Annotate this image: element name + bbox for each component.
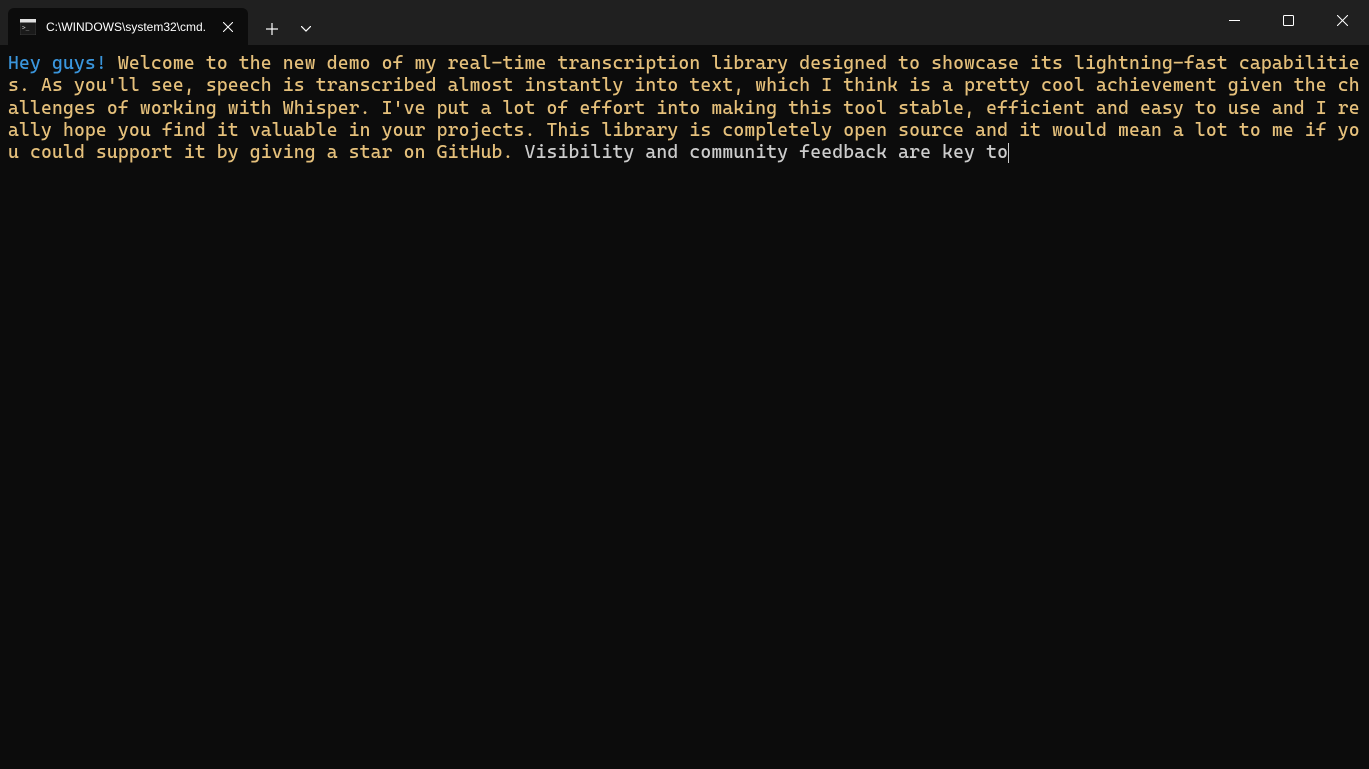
tab-title: C:\WINDOWS\system32\cmd. <box>46 20 210 34</box>
window-titlebar: >_ C:\WINDOWS\system32\cmd. <box>0 0 1369 45</box>
terminal-output[interactable]: Hey guys! Welcome to the new demo of my … <box>0 45 1369 172</box>
new-tab-button[interactable] <box>254 13 290 45</box>
window-controls <box>1207 0 1369 40</box>
tab-close-button[interactable] <box>218 17 238 37</box>
tab-area: >_ C:\WINDOWS\system32\cmd. <box>0 0 322 45</box>
tab-dropdown-button[interactable] <box>290 13 322 45</box>
text-cursor <box>1008 143 1009 163</box>
maximize-button[interactable] <box>1261 0 1315 40</box>
transcription-text-segment-1: Hey guys! <box>8 53 118 74</box>
transcription-text-segment-3: Visibility and community feedback are ke… <box>525 142 1009 163</box>
svg-text:>_: >_ <box>22 24 30 31</box>
terminal-tab[interactable]: >_ C:\WINDOWS\system32\cmd. <box>8 8 248 45</box>
close-button[interactable] <box>1315 0 1369 40</box>
minimize-button[interactable] <box>1207 0 1261 40</box>
cmd-icon: >_ <box>20 19 36 35</box>
